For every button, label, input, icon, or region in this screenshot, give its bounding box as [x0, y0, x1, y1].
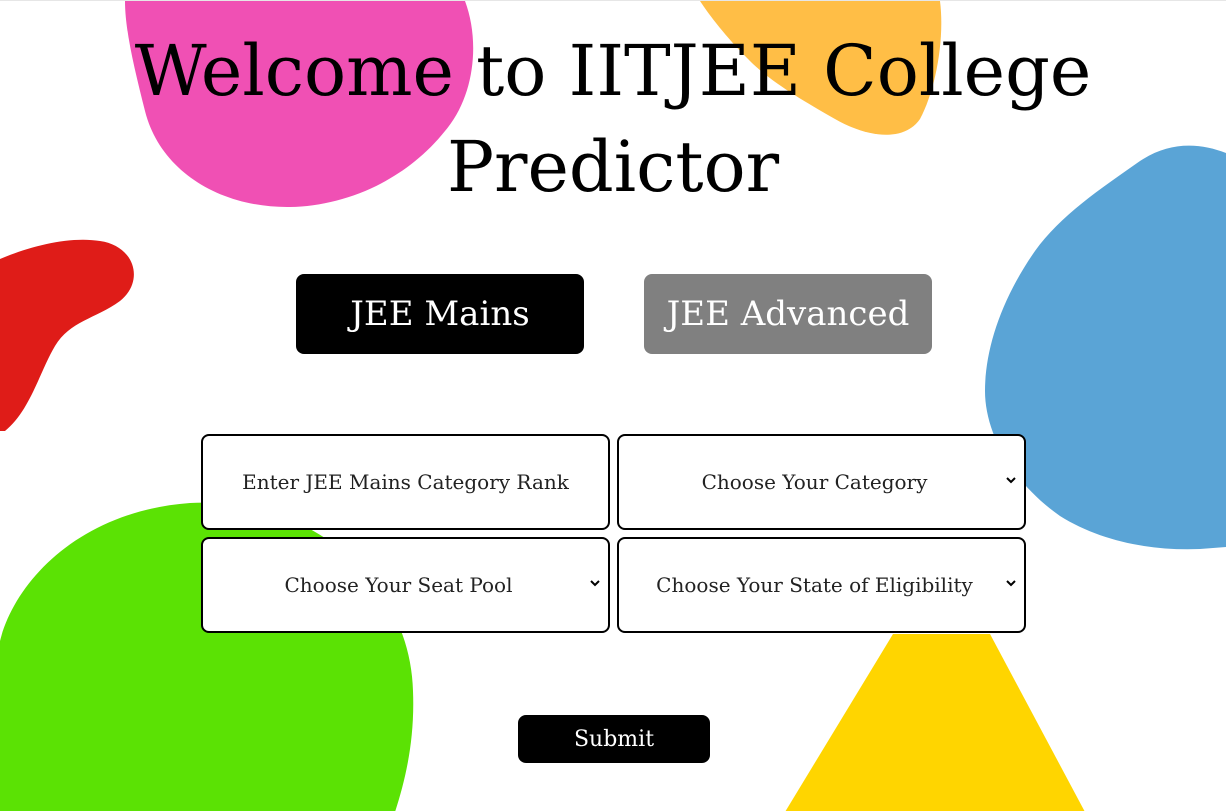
chevron-down-icon	[1006, 580, 1016, 587]
category-select[interactable]: Choose Your Category	[617, 434, 1026, 530]
jee-mains-tab[interactable]: JEE Mains	[296, 274, 584, 354]
jee-advanced-label: JEE Advanced	[666, 294, 910, 334]
chevron-down-icon	[1006, 477, 1016, 484]
chevron-down-icon	[590, 580, 600, 587]
state-select[interactable]: Choose Your State of Eligibility	[617, 537, 1026, 633]
jee-advanced-tab[interactable]: JEE Advanced	[644, 274, 932, 354]
title-line-2: Predictor	[446, 126, 780, 208]
page: Welcome to IITJEE College Predictor JEE …	[0, 0, 1226, 811]
page-title: Welcome to IITJEE College Predictor	[0, 23, 1226, 215]
rank-placeholder: Enter JEE Mains Category Rank	[242, 470, 569, 494]
seat-pool-select-value: Choose Your Seat Pool	[284, 573, 513, 597]
state-select-value: Choose Your State of Eligibility	[656, 573, 973, 597]
rank-input[interactable]: Enter JEE Mains Category Rank	[201, 434, 610, 530]
category-select-value: Choose Your Category	[701, 470, 928, 494]
submit-label: Submit	[573, 726, 655, 752]
jee-mains-label: JEE Mains	[350, 294, 530, 334]
title-line-1: Welcome to IITJEE College	[134, 30, 1092, 112]
red-blob	[0, 239, 134, 431]
submit-button[interactable]: Submit	[518, 715, 710, 763]
yellow-triangle	[785, 634, 1085, 811]
seat-pool-select[interactable]: Choose Your Seat Pool	[201, 537, 610, 633]
